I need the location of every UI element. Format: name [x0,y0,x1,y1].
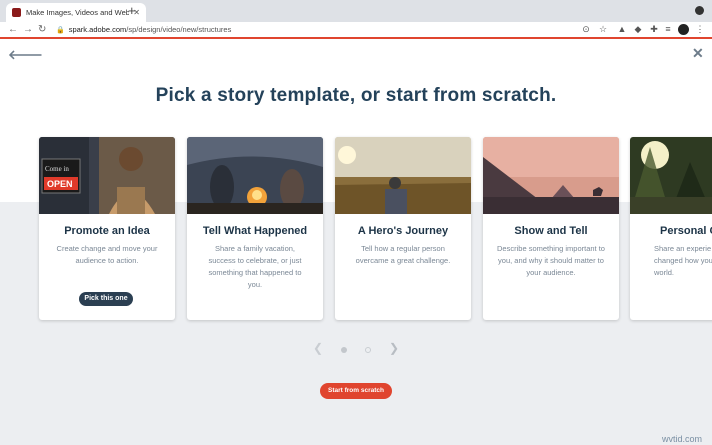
card-image-forest [630,137,712,214]
card-image-pyramids [483,137,619,214]
card-title: Tell What Happened [202,225,308,237]
lock-icon: 🔒 [56,26,65,34]
cast-icon[interactable]: ⊙ [580,23,592,35]
card-image-field [335,137,471,214]
page-title: Pick a story template, or start from scr… [155,85,557,106]
close-icon[interactable]: ✕ [692,45,704,62]
svg-text:OPEN: OPEN [47,179,73,189]
forward-arrow-icon[interactable]: → [23,22,33,37]
browser-toolbar: ← → ↻ 🔒 spark.adobe.com /sp/design/video… [0,22,712,39]
card-image-open-sign: Come in OPEN [39,137,175,214]
start-from-scratch-button[interactable]: Start from scratch [320,383,392,399]
menu-dots-icon[interactable]: ⋮ [694,23,706,35]
back-arrow-icon[interactable]: 🡐 [8,47,43,63]
template-card-show-and-tell[interactable]: Show and Tell Describe something importa… [483,137,619,320]
spark-page: 🡐 ✕ Pick a story template, or start from… [0,41,712,445]
card-title: Promote an Idea [64,225,150,237]
carousel-next-icon[interactable]: ❯ [389,341,399,355]
card-description: Create change and move your audience to … [56,244,158,265]
address-bar[interactable]: 🔒 spark.adobe.com /sp/design/video/new/s… [56,23,616,36]
card-title: Personal Gr [660,225,712,237]
card-description: Tell how a regular person overcame a gre… [355,244,451,265]
layers-extension-icon[interactable]: ◆ [632,23,644,35]
reload-icon[interactable]: ↻ [38,22,46,37]
back-arrow-icon[interactable]: ← [8,22,18,37]
adobe-spark-favicon-icon [12,8,21,17]
bookmark-star-icon[interactable]: ☆ [597,23,609,35]
template-card-heros-journey[interactable]: A Hero's Journey Tell how a regular pers… [335,137,471,320]
reading-list-icon[interactable]: ≡ [662,23,674,35]
template-card-tell-what-happened[interactable]: Tell What Happened Share a family vacati… [187,137,323,320]
browser-tab[interactable]: Make Images, Videos and Web ✕ [6,3,146,22]
card-description: Describe something important to you, and… [497,244,605,277]
profile-avatar[interactable] [678,24,689,35]
drive-extension-icon[interactable]: ▲ [616,23,628,35]
watermark: wvtid.com [662,434,703,444]
url-host: spark.adobe.com [68,25,127,34]
card-image-campfire [187,137,323,214]
template-card-promote[interactable]: Come in OPEN Promote an Idea Create chan… [39,137,175,320]
svg-text:Come in: Come in [45,165,69,173]
extensions-puzzle-icon[interactable]: ✚ [648,23,660,35]
tab-title: Make Images, Videos and Web [26,8,130,17]
carousel-dot-active[interactable] [341,347,347,353]
new-tab-icon[interactable]: + [128,3,136,19]
template-card-personal-growth[interactable]: Personal Gr Share an experie changed how… [630,137,712,320]
carousel-prev-icon[interactable]: ❮ [313,341,323,355]
record-icon[interactable] [695,6,704,15]
pick-this-one-button[interactable]: Pick this one [79,292,133,306]
browser-tab-strip: Make Images, Videos and Web ✕ + [0,0,712,22]
card-title: A Hero's Journey [357,225,449,237]
card-description: Share an experie changed how you world. [654,244,712,277]
carousel-dot[interactable] [365,347,371,353]
url-path: /sp/design/video/new/structures [126,25,232,34]
card-description: Share a family vacation, success to cele… [208,244,302,289]
card-title: Show and Tell [514,225,588,237]
